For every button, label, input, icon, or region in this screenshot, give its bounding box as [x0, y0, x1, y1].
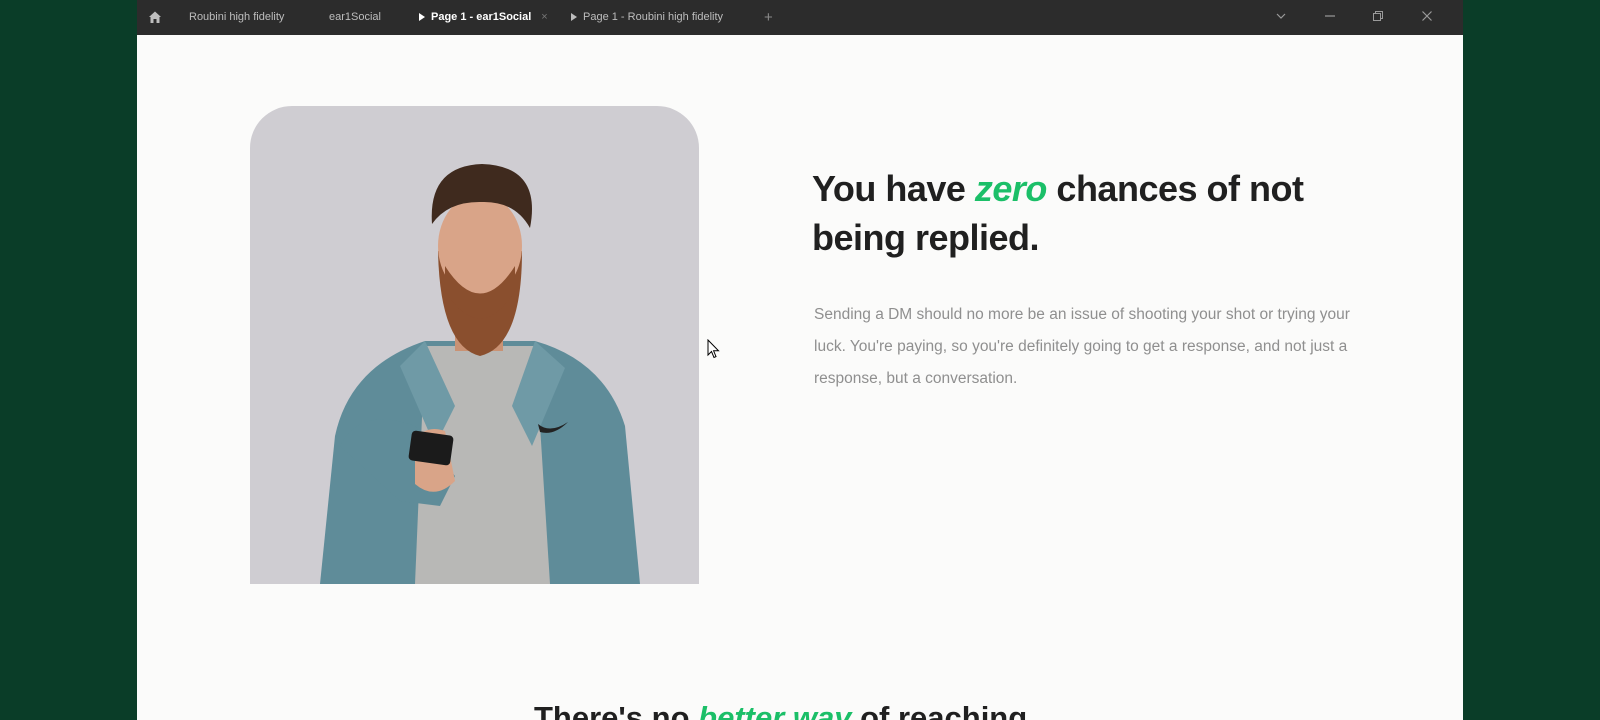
tab-page1-roubini-high-fidelity[interactable]: Page 1 - Roubini high fidelity — [571, 0, 723, 35]
heading-text: of reaching — [851, 700, 1028, 720]
mouse-cursor-icon — [707, 339, 720, 359]
next-section-heading: There's no better way of reaching — [534, 700, 1234, 720]
heading-text: There's no — [534, 700, 699, 720]
chevron-down-icon[interactable] — [1266, 0, 1296, 35]
close-tab-icon[interactable]: × — [541, 11, 547, 23]
minimize-icon[interactable] — [1315, 0, 1345, 35]
tab-page1-ear1social[interactable]: Page 1 - ear1Social × — [419, 0, 548, 35]
home-icon[interactable] — [148, 10, 162, 24]
app-window: Roubini high fidelity ear1Social Page 1 … — [137, 0, 1463, 720]
add-tab-icon[interactable]: + — [764, 0, 773, 35]
hero-photo — [250, 106, 699, 584]
hero-headline: You have zero chances of not being repli… — [812, 164, 1332, 262]
tab-label: Page 1 - ear1Social — [431, 11, 532, 23]
man-with-phone-illustration — [320, 164, 640, 584]
tab-label: Roubini high fidelity — [189, 11, 285, 23]
tab-label: ear1Social — [329, 11, 381, 23]
tab-ear1social[interactable]: ear1Social — [329, 0, 381, 35]
tab-label: Page 1 - Roubini high fidelity — [583, 11, 724, 23]
hero-body-text: Sending a DM should no more be an issue … — [814, 306, 1350, 387]
heading-accent: better way — [698, 700, 852, 720]
play-icon — [419, 13, 425, 21]
play-icon — [571, 13, 577, 21]
close-icon[interactable] — [1412, 0, 1442, 35]
headline-text: You have — [812, 168, 975, 209]
tab-roubini-high-fidelity[interactable]: Roubini high fidelity — [189, 0, 284, 35]
title-bar: Roubini high fidelity ear1Social Page 1 … — [137, 0, 1463, 35]
restore-icon[interactable] — [1363, 0, 1393, 35]
headline-accent: zero — [974, 168, 1048, 209]
